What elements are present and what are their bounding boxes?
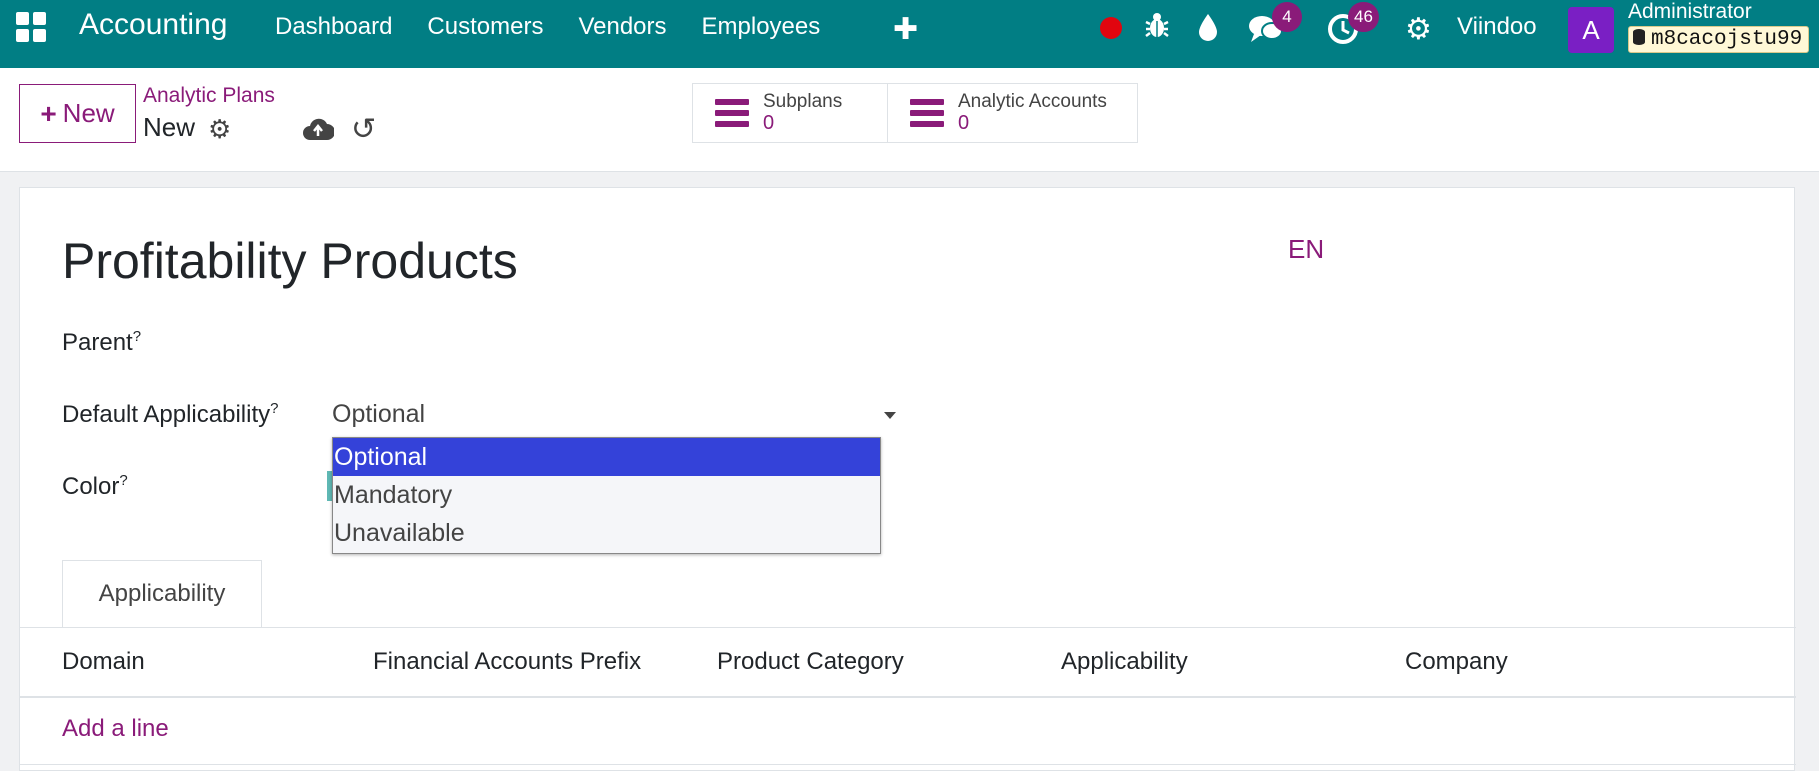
column-product-category[interactable]: Product Category [717, 648, 904, 676]
control-panel: + New Analytic Plans New ⚙ ↺ Subplans 0 A… [0, 68, 1819, 172]
messages-count-badge: 4 [1272, 2, 1302, 32]
tab-applicability[interactable]: Applicability [62, 560, 262, 628]
activities-count-badge: 46 [1348, 2, 1379, 32]
menu-customers[interactable]: Customers [427, 13, 543, 41]
breadcrumb-analytic-plans[interactable]: Analytic Plans [143, 84, 275, 108]
list-icon [910, 94, 944, 132]
option-unavailable[interactable]: Unavailable [333, 514, 880, 552]
help-tooltip-icon[interactable]: ? [133, 328, 141, 345]
subplans-count: 0 [763, 112, 775, 135]
database-icon [1633, 29, 1645, 45]
app-name[interactable]: Accounting [79, 8, 227, 42]
analytic-accounts-smart-button[interactable]: Analytic Accounts 0 [887, 83, 1138, 143]
user-name[interactable]: Administrator [1628, 0, 1752, 24]
plan-name-field[interactable]: Profitability Products [62, 232, 518, 290]
form-sheet: Profitability Products EN Parent? Defaul… [19, 187, 1796, 771]
color-label: Color? [62, 472, 128, 500]
column-applicability[interactable]: Applicability [1061, 648, 1188, 676]
help-tooltip-icon[interactable]: ? [119, 472, 127, 489]
caret-down-icon [884, 412, 896, 419]
new-button[interactable]: + New [19, 84, 136, 143]
actions-gear-icon[interactable]: ⚙ [208, 114, 231, 145]
select-value: Optional [332, 400, 426, 428]
theme-drop-icon[interactable] [1196, 12, 1220, 42]
recording-icon[interactable] [1100, 17, 1122, 39]
top-navbar: Accounting Dashboard Customers Vendors E… [0, 0, 1819, 68]
add-line-link[interactable]: Add a line [62, 715, 169, 743]
menu-employees[interactable]: Employees [702, 13, 821, 41]
breadcrumb-current: New [143, 112, 196, 142]
plus-icon: + [40, 97, 57, 129]
analytic-accounts-count: 0 [958, 112, 970, 135]
apps-menu-icon[interactable] [16, 12, 46, 42]
list-icon [715, 94, 749, 132]
user-avatar[interactable]: A [1568, 7, 1614, 53]
default-applicability-select[interactable]: Optional [332, 400, 902, 434]
discard-undo-icon[interactable]: ↺ [351, 112, 376, 147]
menu-vendors[interactable]: Vendors [578, 13, 666, 41]
row-divider [20, 764, 1796, 765]
translate-language-button[interactable]: EN [1288, 234, 1324, 265]
default-applicability-label: Default Applicability? [62, 400, 279, 428]
option-mandatory[interactable]: Mandatory [333, 476, 880, 514]
subplans-label: Subplans [763, 90, 843, 112]
parent-label: Parent? [62, 328, 142, 356]
company-switcher[interactable]: Viindoo [1457, 13, 1537, 41]
save-cloud-icon[interactable] [302, 116, 335, 142]
database-name: m8cacojstu99 [1651, 28, 1803, 51]
new-button-label: New [62, 98, 115, 128]
analytic-accounts-label: Analytic Accounts [958, 90, 1107, 112]
help-tooltip-icon[interactable]: ? [270, 400, 278, 417]
main-menu: Dashboard Customers Vendors Employees [275, 13, 855, 41]
column-company[interactable]: Company [1405, 648, 1508, 676]
table-header: Domain Financial Accounts Prefix Product… [20, 628, 1796, 698]
menu-dashboard[interactable]: Dashboard [275, 13, 392, 41]
column-financial-accounts-prefix[interactable]: Financial Accounts Prefix [373, 648, 641, 676]
applicability-dropdown-list: Optional Mandatory Unavailable [332, 437, 881, 554]
option-optional[interactable]: Optional [333, 438, 880, 476]
column-domain[interactable]: Domain [62, 648, 145, 676]
database-badge: m8cacojstu99 [1628, 26, 1810, 53]
subplans-smart-button[interactable]: Subplans 0 [692, 83, 888, 143]
add-menu-plus-icon[interactable]: ✚ [893, 12, 918, 47]
